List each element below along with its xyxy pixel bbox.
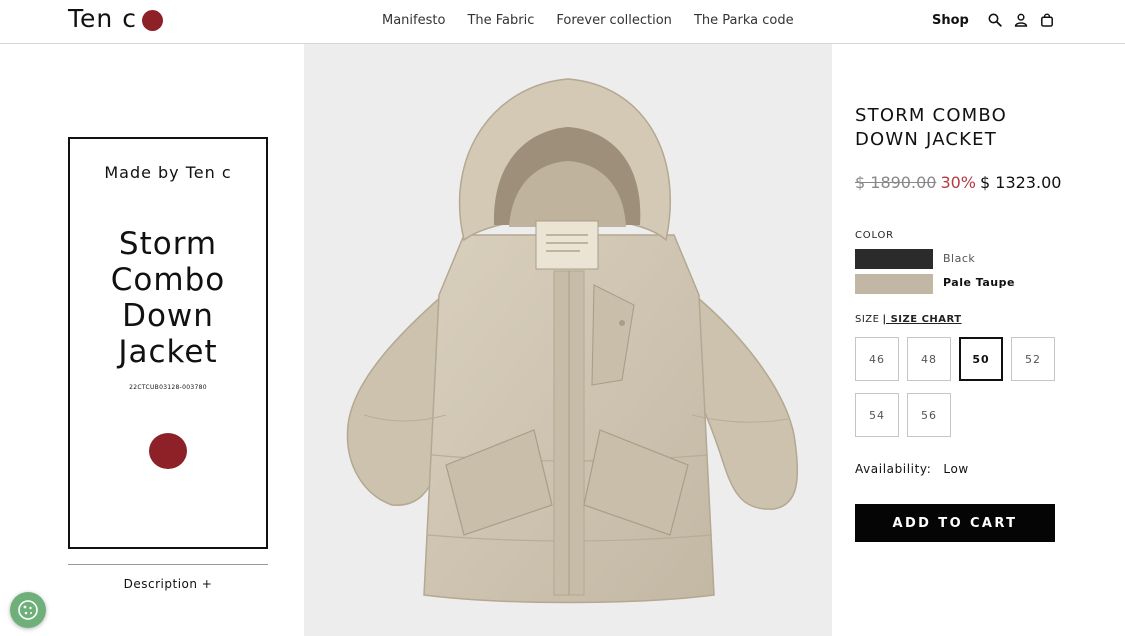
product-title-line: STORM COMBO	[855, 105, 1008, 126]
size-label: SIZE | SIZE CHART	[855, 314, 962, 325]
product-label-card: Made by Ten c Storm Combo Down Jacket 22…	[68, 137, 268, 549]
size-option-56[interactable]: 56	[907, 393, 951, 437]
size-label-text: SIZE	[855, 314, 880, 325]
product-image[interactable]	[304, 35, 832, 636]
wax-seal-icon	[149, 433, 187, 469]
size-option-54[interactable]: 54	[855, 393, 899, 437]
availability-value: Low	[943, 462, 969, 476]
logo-seal-icon	[141, 9, 163, 31]
made-by-text: Made by Ten c	[104, 163, 232, 182]
color-name-black[interactable]: Black	[943, 252, 975, 265]
divider	[68, 564, 268, 565]
color-label: COLOR	[855, 230, 894, 241]
account-icon[interactable]	[1014, 13, 1028, 27]
search-icon[interactable]	[988, 13, 1002, 27]
sale-price: $ 1323.00	[980, 173, 1062, 192]
cookie-settings-button[interactable]	[10, 592, 46, 628]
availability: Availability: Low	[855, 462, 969, 476]
size-chart-link[interactable]: | SIZE CHART	[882, 314, 961, 325]
nav-item-the-fabric[interactable]: The Fabric	[467, 13, 534, 28]
label-title-line: Down	[122, 298, 214, 334]
price-block: $ 1890.00 30% $ 1323.00	[855, 173, 1061, 192]
site-header: Ten c Manifesto The Fabric Forever colle…	[0, 0, 1125, 44]
size-option-48[interactable]: 48	[907, 337, 951, 381]
nav-item-forever-collection[interactable]: Forever collection	[556, 13, 672, 28]
label-title-line: Combo	[110, 262, 226, 298]
jacket-illustration	[346, 78, 799, 604]
cookie-icon	[18, 600, 38, 620]
main-nav: Manifesto The Fabric Forever collection …	[382, 13, 794, 28]
size-option-50[interactable]: 50	[959, 337, 1003, 381]
product-title: STORM COMBO DOWN JACKET	[855, 104, 1085, 152]
discount-badge: 30%	[940, 173, 976, 192]
label-card-title: Storm Combo Down Jacket	[70, 226, 266, 370]
nav-item-manifesto[interactable]: Manifesto	[382, 13, 445, 28]
size-option-52[interactable]: 52	[1011, 337, 1055, 381]
color-swatch-pale-taupe[interactable]	[855, 274, 933, 294]
brand-logo[interactable]: Ten c	[68, 4, 163, 33]
product-sku: 22CTCUB03128-003780	[129, 384, 207, 391]
label-title-line: Storm	[118, 226, 218, 262]
color-swatch-black[interactable]	[855, 249, 933, 269]
shop-link[interactable]: Shop	[932, 13, 969, 28]
product-title-line: DOWN JACKET	[855, 129, 997, 150]
color-name-pale-taupe[interactable]: Pale Taupe	[943, 276, 1015, 289]
size-option-46[interactable]: 46	[855, 337, 899, 381]
label-title-line: Jacket	[118, 334, 218, 370]
availability-label: Availability:	[855, 462, 932, 476]
original-price: $ 1890.00	[855, 173, 937, 192]
description-toggle[interactable]: Description +	[68, 577, 268, 591]
logo-text: Ten c	[68, 4, 137, 33]
nav-item-the-parka-code[interactable]: The Parka code	[694, 13, 794, 28]
add-to-cart-button[interactable]: ADD TO CART	[855, 504, 1055, 542]
bag-icon[interactable]	[1040, 13, 1054, 27]
